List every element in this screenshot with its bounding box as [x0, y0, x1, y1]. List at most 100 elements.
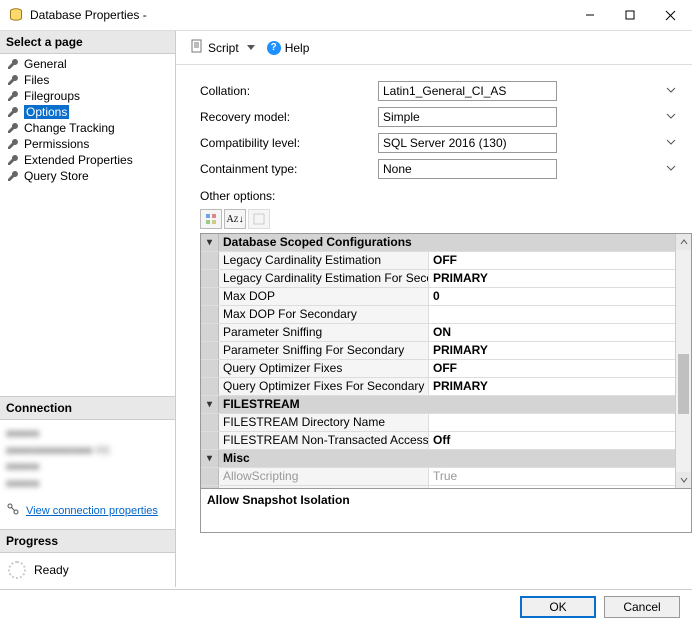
property-row[interactable]: HideFileSettingsFalse	[201, 486, 691, 488]
property-name: Parameter Sniffing For Secondary	[219, 342, 429, 359]
property-value[interactable]: PRIMARY	[429, 342, 691, 359]
property-value[interactable]	[429, 414, 691, 431]
select-page-header: Select a page	[0, 31, 175, 54]
property-value[interactable]: True	[429, 468, 691, 485]
wrench-icon	[6, 89, 20, 103]
collapse-icon[interactable]: ▾	[207, 454, 212, 464]
categorized-button[interactable]	[200, 209, 222, 229]
property-row[interactable]: Max DOP0	[201, 288, 691, 306]
chevron-down-icon	[666, 84, 676, 98]
property-value[interactable]: ON	[429, 324, 691, 341]
compat-level-select[interactable]	[378, 133, 557, 153]
property-name: FILESTREAM Non-Transacted Access	[219, 432, 429, 449]
description-panel: Allow Snapshot Isolation	[201, 488, 691, 532]
property-name: Legacy Cardinality Estimation	[219, 252, 429, 269]
script-icon	[190, 39, 204, 56]
property-value[interactable]: OFF	[429, 252, 691, 269]
page-item-label: Files	[24, 73, 49, 87]
page-item-query-store[interactable]: Query Store	[0, 168, 175, 184]
ok-button[interactable]: OK	[520, 596, 596, 618]
property-row[interactable]: FILESTREAM Non-Transacted AccessOff	[201, 432, 691, 450]
property-value[interactable]	[429, 306, 691, 323]
property-value[interactable]: 0	[429, 288, 691, 305]
titlebar: Database Properties -	[0, 0, 692, 30]
property-row[interactable]: FILESTREAM Directory Name	[201, 414, 691, 432]
property-name: Max DOP For Secondary	[219, 306, 429, 323]
page-item-label: Filegroups	[24, 89, 80, 103]
page-list: General Files FilegroupsOptionsChange Trac…	[0, 54, 175, 186]
scroll-down-button[interactable]	[676, 472, 691, 488]
property-name: Query Optimizer Fixes For Secondary	[219, 378, 429, 395]
property-name: HideFileSettings	[219, 486, 429, 488]
help-button[interactable]: ? Help	[263, 39, 314, 57]
page-item-label: General	[24, 57, 67, 71]
progress-status: Ready	[34, 563, 69, 577]
page-item-label: Change Tracking	[24, 121, 115, 135]
script-dropdown-icon[interactable]	[247, 45, 255, 50]
recovery-model-select[interactable]	[378, 107, 557, 127]
database-icon	[8, 7, 24, 23]
page-item-change-tracking[interactable]: Change Tracking	[0, 120, 175, 136]
page-item-filegroups[interactable]: Filegroups	[0, 88, 175, 104]
alphabetical-button[interactable]: AZ↓	[224, 209, 246, 229]
script-label: Script	[208, 41, 239, 55]
property-pages-button[interactable]	[248, 209, 270, 229]
page-item-permissions[interactable]: Permissions	[0, 136, 175, 152]
content-area: Script ? Help Collation: Recovery model:	[176, 31, 692, 587]
property-value[interactable]: PRIMARY	[429, 270, 691, 287]
property-row[interactable]: Max DOP For Secondary	[201, 306, 691, 324]
collation-select[interactable]	[378, 81, 557, 101]
view-connection-properties-link[interactable]: View connection properties	[26, 505, 158, 517]
grid-scrollbar[interactable]	[675, 234, 691, 488]
property-grid[interactable]: ▾Database Scoped ConfigurationsLegacy Ca…	[200, 233, 692, 533]
scroll-up-button[interactable]	[676, 234, 691, 250]
property-value[interactable]: PRIMARY	[429, 378, 691, 395]
property-rows: ▾Database Scoped ConfigurationsLegacy Ca…	[201, 234, 691, 488]
containment-select[interactable]	[378, 159, 557, 179]
containment-label: Containment type:	[200, 162, 370, 176]
chevron-down-icon	[666, 110, 676, 124]
wrench-icon	[6, 57, 20, 71]
minimize-button[interactable]	[570, 1, 610, 29]
property-value[interactable]: Off	[429, 432, 691, 449]
script-button[interactable]: Script	[186, 37, 259, 58]
wrench-icon	[6, 73, 20, 87]
page-item-general[interactable]: General	[0, 56, 175, 72]
property-name: Query Optimizer Fixes	[219, 360, 429, 377]
cancel-button[interactable]: Cancel	[604, 596, 680, 618]
progress-header: Progress	[0, 530, 175, 553]
page-item-label: Permissions	[24, 137, 89, 151]
connection-link-icon	[6, 502, 20, 519]
collapse-icon[interactable]: ▾	[207, 400, 212, 410]
help-label: Help	[285, 41, 310, 55]
property-row[interactable]: Parameter Sniffing For SecondaryPRIMARY	[201, 342, 691, 360]
property-row[interactable]: Legacy Cardinality EstimationOFF	[201, 252, 691, 270]
collapse-icon[interactable]: ▾	[207, 238, 212, 248]
dialog-footer: OK Cancel	[0, 589, 692, 623]
property-row[interactable]: Legacy Cardinality Estimation For Second…	[201, 270, 691, 288]
chevron-down-icon	[666, 162, 676, 176]
property-name: Parameter Sniffing	[219, 324, 429, 341]
compat-level-label: Compatibility level:	[200, 136, 370, 150]
wrench-icon	[6, 169, 20, 183]
group-name: Misc	[219, 450, 691, 467]
page-item-files[interactable]: Files	[0, 72, 175, 88]
page-toolbar: Script ? Help	[176, 31, 692, 65]
maximize-button[interactable]	[610, 1, 650, 29]
page-item-options[interactable]: Options	[0, 104, 175, 120]
close-button[interactable]	[650, 1, 690, 29]
property-row[interactable]: AllowScriptingTrue	[201, 468, 691, 486]
property-value[interactable]: OFF	[429, 360, 691, 377]
property-row[interactable]: Parameter SniffingON	[201, 324, 691, 342]
property-group[interactable]: ▾FILESTREAM	[201, 396, 691, 414]
chevron-down-icon	[666, 136, 676, 150]
property-group[interactable]: ▾ Misc	[201, 450, 691, 468]
help-icon: ?	[267, 41, 281, 55]
property-group[interactable]: ▾ Database Scoped Configurations	[201, 234, 691, 252]
group-name: Database Scoped Configurations	[219, 234, 691, 251]
scroll-thumb[interactable]	[678, 354, 689, 414]
property-row[interactable]: Query Optimizer Fixes For SecondaryPRIMA…	[201, 378, 691, 396]
property-value[interactable]: False	[429, 486, 691, 488]
page-item-extended-properties[interactable]: Extended Properties	[0, 152, 175, 168]
property-row[interactable]: Query Optimizer FixesOFF	[201, 360, 691, 378]
